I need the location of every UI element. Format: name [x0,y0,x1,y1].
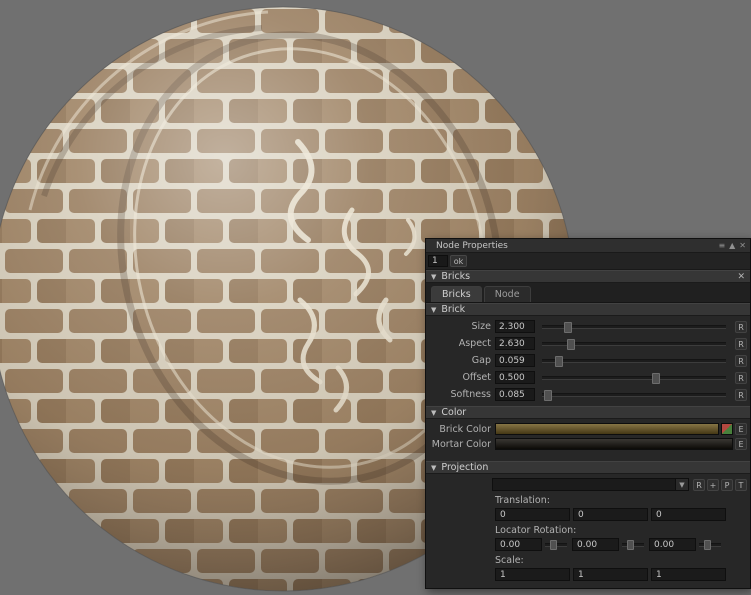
index-field[interactable]: 1 [428,255,448,267]
projection-r-button[interactable]: R [693,479,705,491]
aspect-label: Aspect [429,338,491,349]
rotation-y-field[interactable]: 0.00 [572,538,619,551]
scale-y-field[interactable]: 1 [573,568,648,581]
slider-handle[interactable] [627,540,634,550]
tab-node[interactable]: Node [484,286,531,302]
offset-slider[interactable] [542,376,726,380]
menu-icon[interactable]: ≡ [718,240,725,252]
slider-handle[interactable] [564,322,572,333]
index-row: 1 ok [426,253,750,270]
projection-add-button[interactable]: + [707,479,719,491]
translation-row: 0 0 0 [495,508,747,521]
aspect-row: Aspect 2.630 R [426,335,750,352]
aspect-slider[interactable] [542,342,726,346]
projection-params: ▼ R + P T Translation: 0 0 0 Locator Rot… [426,474,750,588]
softness-label: Softness [429,389,491,400]
brick-color-label: Brick Color [429,424,491,435]
offset-row: Offset 0.500 R [426,369,750,386]
color-picker-icon[interactable] [721,423,733,435]
slider-handle[interactable] [544,390,552,401]
brick-color-edit-button[interactable]: E [735,423,747,435]
gap-label: Gap [429,355,491,366]
section-label: Brick [441,304,465,315]
slider-handle[interactable] [555,356,563,367]
rotation-x-field[interactable]: 0.00 [495,538,542,551]
ok-button[interactable]: ok [450,255,467,267]
section-label: Color [441,407,466,418]
projection-t-button[interactable]: T [735,479,747,491]
softness-slider[interactable] [542,393,726,397]
color-params: Brick Color E Mortar Color E [426,419,750,455]
offset-reset-button[interactable]: R [735,372,747,384]
node-properties-panel: Node Properties ≡ ▲ ✕ 1 ok ▼ Bricks ✕ Br… [425,238,751,589]
mortar-color-swatch[interactable] [495,438,733,450]
offset-input[interactable]: 0.500 [495,371,535,384]
locator-rotation-label: Locator Rotation: [495,525,747,536]
section-header-color[interactable]: ▼ Color [426,406,750,419]
gap-reset-button[interactable]: R [735,355,747,367]
slider-handle[interactable] [567,339,575,350]
projection-dropdown[interactable]: ▼ [492,478,689,491]
collapse-triangle-icon: ▼ [431,306,436,314]
projection-p-button[interactable]: P [721,479,733,491]
projection-buttons: R + P T [693,479,747,491]
section-header-bricks[interactable]: ▼ Bricks ✕ [426,270,750,283]
collapse-triangle-icon: ▼ [431,409,436,417]
projection-dropdown-row: ▼ R + P T [492,478,747,491]
size-reset-button[interactable]: R [735,321,747,333]
size-slider[interactable] [542,325,726,329]
panel-title: Node Properties [436,241,714,251]
offset-label: Offset [429,372,491,383]
rotation-z-slider[interactable] [699,543,721,547]
brick-params: Size 2.300 R Aspect 2.630 R Gap 0.059 [426,316,750,406]
panel-titlebar[interactable]: Node Properties ≡ ▲ ✕ [426,239,750,253]
softness-row: Softness 0.085 R [426,386,750,403]
aspect-reset-button[interactable]: R [735,338,747,350]
tab-bricks[interactable]: Bricks [431,286,482,302]
scale-z-field[interactable]: 1 [651,568,726,581]
rotation-y-slider[interactable] [622,543,644,547]
gap-slider[interactable] [542,359,726,363]
section-header-brick[interactable]: ▼ Brick [426,303,750,316]
rotation-z-field[interactable]: 0.00 [649,538,696,551]
aspect-input[interactable]: 2.630 [495,337,535,350]
mortar-color-row: Mortar Color E [426,437,750,451]
gap-input[interactable]: 0.059 [495,354,535,367]
collapse-triangle-icon: ▼ [431,464,436,472]
translation-z-field[interactable]: 0 [651,508,726,521]
translation-y-field[interactable]: 0 [573,508,648,521]
size-row: Size 2.300 R [426,318,750,335]
rotation-x-slider[interactable] [545,543,567,547]
section-label: Bricks [441,271,470,282]
mortar-color-edit-button[interactable]: E [735,438,747,450]
mortar-color-label: Mortar Color [429,439,491,450]
softness-reset-button[interactable]: R [735,389,747,401]
softness-input[interactable]: 0.085 [495,388,535,401]
scale-row: 1 1 1 [495,568,747,581]
slider-handle[interactable] [550,540,557,550]
brick-color-swatch[interactable] [495,423,719,435]
collapse-triangle-icon: ▼ [431,273,436,281]
size-label: Size [429,321,491,332]
size-input[interactable]: 2.300 [495,320,535,333]
brick-color-row: Brick Color E [426,422,750,436]
gap-row: Gap 0.059 R [426,352,750,369]
section-label: Projection [441,462,488,473]
close-icon[interactable]: ✕ [739,240,746,252]
section-header-projection[interactable]: ▼ Projection [426,461,750,474]
chevron-down-icon[interactable]: ▼ [675,479,688,490]
rotation-row: 0.00 0.00 0.00 [495,538,747,551]
slider-handle[interactable] [704,540,711,550]
scale-x-field[interactable]: 1 [495,568,570,581]
scale-label: Scale: [495,555,747,566]
translation-x-field[interactable]: 0 [495,508,570,521]
tab-strip: Bricks Node [426,283,750,303]
slider-handle[interactable] [652,373,660,384]
section-close-icon[interactable]: ✕ [737,272,745,282]
translation-label: Translation: [495,495,747,506]
projection-dropdown-value [493,479,675,490]
viewport: Node Properties ≡ ▲ ✕ 1 ok ▼ Bricks ✕ Br… [0,0,751,595]
collapse-up-icon[interactable]: ▲ [729,240,735,252]
